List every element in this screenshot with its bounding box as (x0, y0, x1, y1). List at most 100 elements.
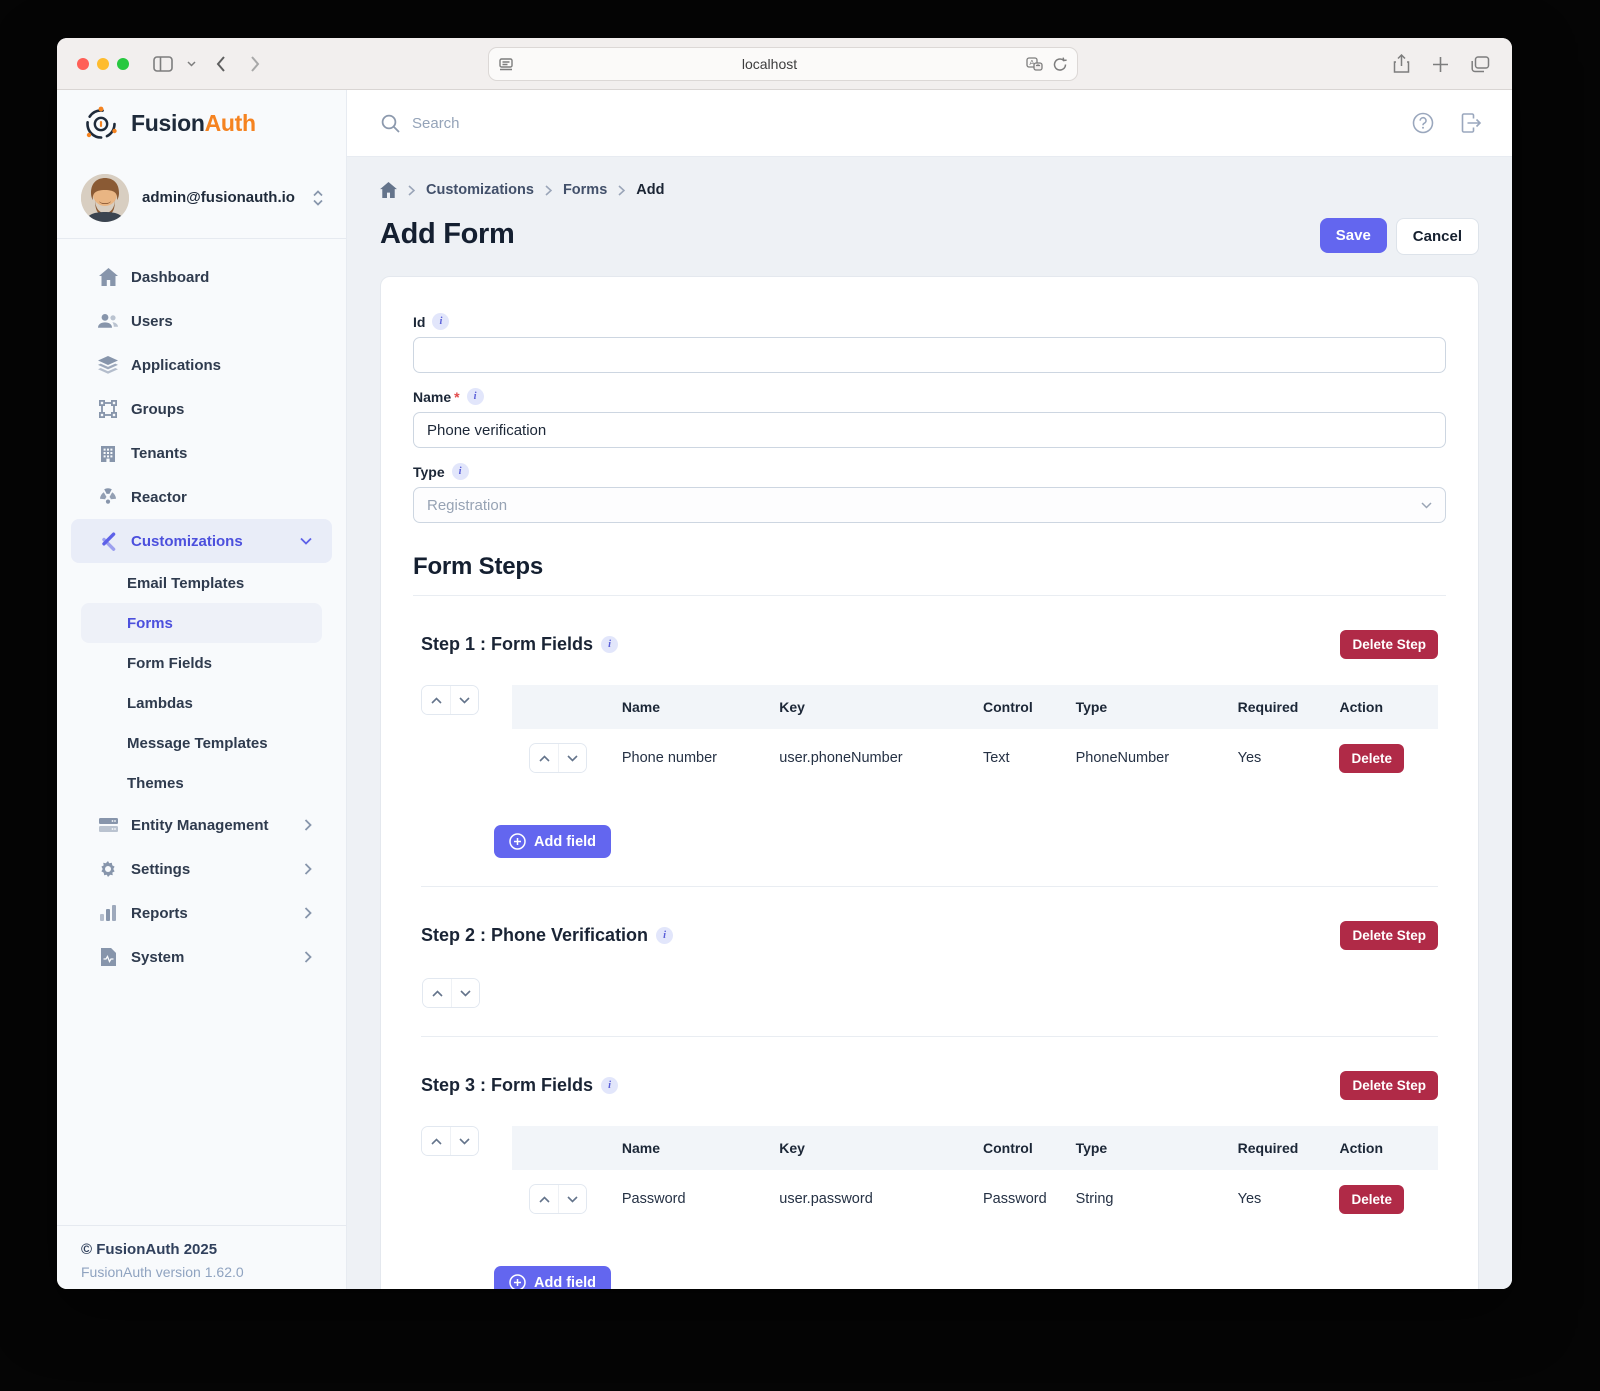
field-control: Text (975, 729, 1068, 787)
col-required: Required (1230, 1126, 1332, 1170)
breadcrumb-separator (618, 185, 625, 196)
browser-window: localhost A (57, 38, 1512, 1289)
form-card: Idi Name*i Typei Registration (380, 276, 1479, 1289)
info-icon[interactable]: i (432, 313, 449, 330)
minimize-window-button[interactable] (97, 58, 109, 70)
page-title: Add Form (380, 218, 1320, 251)
reader-icon[interactable] (499, 58, 513, 71)
tab-overview-icon[interactable] (1471, 56, 1490, 73)
layers-icon (98, 356, 118, 374)
col-control: Control (975, 1126, 1068, 1170)
info-icon[interactable]: i (467, 388, 484, 405)
type-select[interactable]: Registration (413, 487, 1446, 523)
sidebar-item-form-fields[interactable]: Form Fields (81, 643, 322, 683)
step-reorder-control (422, 978, 480, 1008)
search-input[interactable] (412, 115, 1400, 132)
breadcrumb-customizations[interactable]: Customizations (426, 182, 534, 198)
sidebar-item-message-templates[interactable]: Message Templates (81, 723, 322, 763)
sidebar-item-system[interactable]: System (71, 935, 332, 979)
delete-field-button[interactable]: Delete (1339, 744, 1404, 773)
sidebar-item-customizations[interactable]: Customizations (71, 519, 332, 563)
frame-icon (98, 400, 118, 418)
move-step-up-button[interactable] (422, 686, 450, 714)
sidebar-item-email-templates[interactable]: Email Templates (81, 563, 322, 603)
sidebar-item-reports[interactable]: Reports (71, 891, 332, 935)
type-select-value: Registration (427, 497, 507, 514)
address-bar[interactable]: localhost A (488, 47, 1078, 81)
account-selector[interactable]: admin@fusionauth.io (57, 157, 346, 238)
id-input[interactable] (413, 337, 1446, 373)
move-step-down-button[interactable] (450, 686, 478, 714)
move-field-up-button[interactable] (530, 744, 558, 772)
sidebar-item-tenants[interactable]: Tenants (71, 431, 332, 475)
form-steps-heading: Form Steps (413, 553, 1446, 581)
sidebar-item-dashboard[interactable]: Dashboard (71, 255, 332, 299)
chevron-down-icon[interactable] (187, 61, 196, 67)
name-input[interactable] (413, 412, 1446, 448)
home-breadcrumb-icon[interactable] (380, 182, 397, 198)
share-icon[interactable] (1393, 54, 1410, 74)
close-window-button[interactable] (77, 58, 89, 70)
fusionauth-logo-icon (81, 104, 121, 144)
step-1-title: Step 1 : Form Fields (421, 634, 593, 655)
breadcrumb-forms[interactable]: Forms (563, 182, 607, 198)
page-content: Customizations Forms Add Add Form Save C… (347, 157, 1512, 1289)
sidebar-item-settings[interactable]: Settings (71, 847, 332, 891)
new-tab-icon[interactable] (1432, 56, 1449, 73)
breadcrumb-separator (408, 185, 415, 196)
account-expand-icon (312, 190, 324, 206)
sidebar-item-users[interactable]: Users (71, 299, 332, 343)
url-text: localhost (513, 56, 1026, 72)
sidebar-item-applications[interactable]: Applications (71, 343, 332, 387)
sidebar-item-themes[interactable]: Themes (81, 763, 322, 803)
gear-icon (98, 860, 118, 878)
move-step-down-button[interactable] (450, 1127, 478, 1155)
move-step-up-button[interactable] (422, 1127, 450, 1155)
delete-field-button[interactable]: Delete (1339, 1185, 1404, 1214)
chevron-right-icon (304, 863, 312, 875)
delete-step-button[interactable]: Delete Step (1340, 630, 1438, 659)
save-button[interactable]: Save (1320, 218, 1387, 253)
chevron-right-icon (304, 907, 312, 919)
move-field-down-button[interactable] (558, 744, 586, 772)
move-field-down-button[interactable] (558, 1185, 586, 1213)
delete-step-button[interactable]: Delete Step (1340, 1071, 1438, 1100)
sidebar-item-entity-management[interactable]: Entity Management (71, 803, 332, 847)
add-field-button[interactable]: Add field (494, 825, 611, 858)
field-required: Yes (1230, 729, 1332, 787)
sidebar-item-forms[interactable]: Forms (81, 603, 322, 643)
form-step-1: Step 1 : Form Fields i Delete Step (413, 630, 1446, 887)
servers-icon (98, 817, 118, 833)
back-icon[interactable] (216, 56, 226, 72)
logout-icon[interactable] (1460, 112, 1482, 134)
translate-icon[interactable]: A (1026, 57, 1043, 71)
cancel-button[interactable]: Cancel (1396, 218, 1479, 255)
sidebar-toggle-icon[interactable] (153, 56, 173, 72)
reload-icon[interactable] (1053, 57, 1067, 72)
required-mark: * (454, 389, 459, 405)
move-step-down-button[interactable] (451, 979, 479, 1007)
help-icon[interactable] (1412, 112, 1434, 134)
add-field-button[interactable]: Add field (494, 1266, 611, 1289)
sidebar-item-reactor[interactable]: Reactor (71, 475, 332, 519)
step-2-title: Step 2 : Phone Verification (421, 925, 648, 946)
step-3-title: Step 3 : Form Fields (421, 1075, 593, 1096)
fusionauth-logo[interactable]: FusionAuth (57, 90, 346, 157)
info-icon[interactable]: i (656, 927, 673, 944)
info-icon[interactable]: i (452, 463, 469, 480)
move-step-up-button[interactable] (423, 979, 451, 1007)
zoom-window-button[interactable] (117, 58, 129, 70)
system-doc-icon (98, 948, 118, 966)
sidebar-item-groups[interactable]: Groups (71, 387, 332, 431)
info-icon[interactable]: i (601, 1077, 618, 1094)
col-key: Key (771, 685, 975, 729)
field-key: user.password (771, 1170, 975, 1228)
chevron-down-icon (1421, 502, 1432, 509)
sidebar-item-lambdas[interactable]: Lambdas (81, 683, 322, 723)
chevron-right-icon (304, 819, 312, 831)
move-field-up-button[interactable] (530, 1185, 558, 1213)
col-type: Type (1068, 1126, 1230, 1170)
info-icon[interactable]: i (601, 636, 618, 653)
forward-icon[interactable] (250, 56, 260, 72)
delete-step-button[interactable]: Delete Step (1340, 921, 1438, 950)
